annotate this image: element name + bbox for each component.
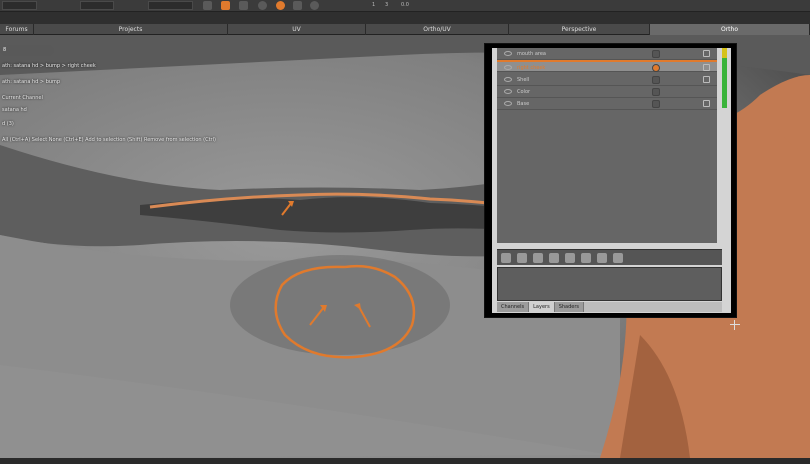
mask-layer-icon[interactable]: [565, 253, 575, 263]
tab-perspective[interactable]: Perspective: [509, 24, 650, 35]
tab-channels[interactable]: Channels: [497, 302, 530, 312]
layer-row[interactable]: Shell: [497, 74, 717, 86]
layer-name: mouth area: [517, 51, 546, 57]
lock-icon[interactable]: [703, 50, 710, 57]
blend-icon[interactable]: [652, 50, 660, 58]
eye-icon[interactable]: [504, 51, 512, 56]
paint-blend-icon[interactable]: [652, 64, 660, 72]
tab-shaders[interactable]: Shaders: [554, 302, 585, 312]
layer-name: Base: [517, 101, 530, 107]
eye-icon[interactable]: [504, 89, 512, 94]
orange-sphere-icon[interactable]: [276, 1, 285, 10]
hud-count: d (3): [2, 121, 14, 127]
hud-shortcuts: All (Ctrl+A) Select None (Ctrl+E) Add to…: [2, 137, 216, 143]
layer-scrollbar-top: [722, 48, 727, 58]
hud-object: satana hd: [2, 107, 27, 113]
tab-ortho-uv[interactable]: Ortho/UV: [366, 24, 509, 35]
layer-row-selected[interactable]: right cheek: [497, 60, 717, 72]
tab-ortho[interactable]: Ortho: [650, 24, 810, 35]
blend-icon[interactable]: [652, 88, 660, 96]
tab-projects[interactable]: Projects: [34, 24, 228, 35]
sphere-icon[interactable]: [310, 1, 319, 10]
eye-icon[interactable]: [504, 101, 512, 106]
layers-panel-body: mouth area right cheek Shell Color Base …: [492, 48, 731, 313]
top-toolbar: 1 3 0.0: [0, 0, 810, 12]
layers-panel: mouth area right cheek Shell Color Base …: [484, 43, 737, 318]
eye-icon[interactable]: [504, 77, 512, 82]
layer-row[interactable]: Base: [497, 98, 717, 110]
layer-properties: [497, 267, 722, 301]
panel-tabs: Channels Layers Shaders: [497, 302, 722, 312]
hud-channel: Current Channel: [2, 95, 43, 101]
brush-size-pill[interactable]: 8: [0, 45, 54, 56]
layer-name: Color: [517, 89, 531, 95]
lock-icon[interactable]: [703, 100, 710, 107]
viewport-tabs: Forums Projects UV Ortho/UV Perspective …: [0, 24, 810, 35]
tool-field[interactable]: [2, 1, 37, 10]
lock-icon[interactable]: [703, 76, 710, 83]
layer-row[interactable]: Color: [497, 86, 717, 98]
layer-tools-bar: [497, 249, 722, 265]
delete-layer-icon[interactable]: [597, 253, 607, 263]
blend-icon[interactable]: [652, 76, 660, 84]
grid-icon[interactable]: [613, 253, 623, 263]
sphere-icon[interactable]: [258, 1, 267, 10]
tool-icon[interactable]: [203, 1, 212, 10]
duplicate-layer-icon[interactable]: [517, 253, 527, 263]
status-bar: [0, 458, 810, 464]
paint-icon[interactable]: [221, 1, 230, 10]
merge-layer-icon[interactable]: [533, 253, 543, 263]
hud-path: ath: satana hd > bump > right cheek: [2, 63, 96, 69]
tab-forums[interactable]: Forums: [0, 24, 34, 35]
smooth-icon[interactable]: [293, 1, 302, 10]
tool-field[interactable]: [80, 1, 114, 10]
tab-layers[interactable]: Layers: [529, 302, 555, 312]
eye-icon[interactable]: [504, 65, 512, 70]
brush-icon[interactable]: [239, 1, 248, 10]
tab-uv[interactable]: UV: [228, 24, 366, 35]
readout: 1: [372, 2, 376, 8]
toolbar-separator: [0, 12, 810, 24]
layer-name: Shell: [517, 77, 530, 83]
readout: 0.0: [401, 2, 409, 8]
hud-path: ath: satana hd > bump: [2, 79, 61, 85]
add-layer-icon[interactable]: [501, 253, 511, 263]
readout: 3: [385, 2, 389, 8]
layer-row[interactable]: mouth area: [497, 48, 717, 60]
layer-list[interactable]: mouth area right cheek Shell Color Base: [497, 48, 727, 243]
tool-field[interactable]: [148, 1, 193, 10]
blend-icon[interactable]: [652, 100, 660, 108]
clear-layer-icon[interactable]: [581, 253, 591, 263]
crosshair-cursor: [730, 320, 740, 330]
group-layer-icon[interactable]: [549, 253, 559, 263]
layer-name: right cheek: [517, 65, 546, 71]
lock-icon[interactable]: [703, 64, 710, 71]
